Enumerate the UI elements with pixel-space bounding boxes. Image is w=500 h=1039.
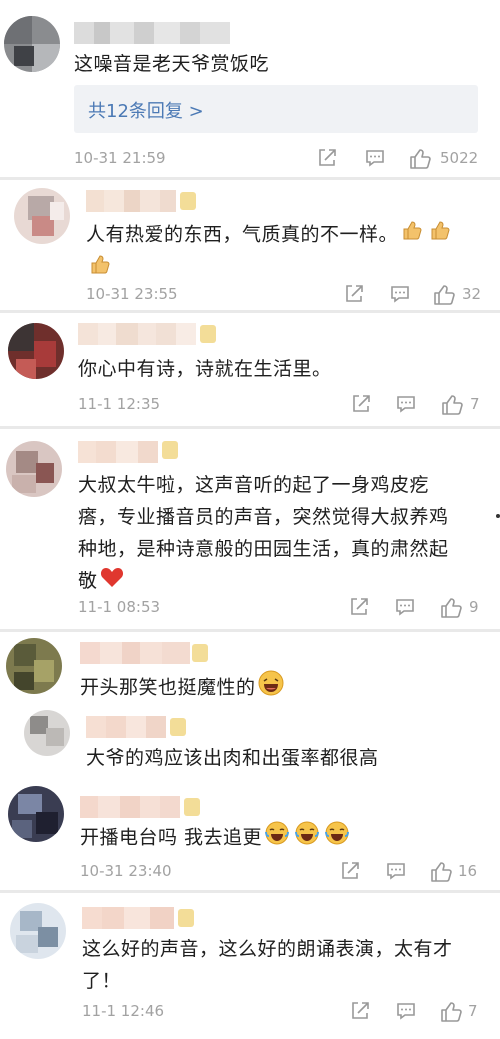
- stray-dot: [496, 514, 500, 518]
- crying-laughing-face-icon: [324, 820, 350, 856]
- like-count: 16: [458, 862, 478, 880]
- like-icon[interactable]: [439, 596, 463, 620]
- avatar[interactable]: [6, 638, 62, 694]
- user-badge: [170, 718, 186, 736]
- comment-text: 大叔太牛啦，这声音听的起了一身鸡皮疙 瘩，专业播音员的声音，突然觉得大叔养鸡 种…: [78, 469, 490, 598]
- like-count: 5022: [440, 149, 479, 167]
- heart-icon: [100, 566, 124, 598]
- comment-card: 开头那笑也挺魔性的: [0, 632, 500, 706]
- comment-meta: 11-1 12:46 7: [82, 1000, 492, 1024]
- user-badge: [162, 441, 178, 459]
- comment-text: 开播电台吗 我去追更: [80, 820, 352, 856]
- thumbs-up-emoji-icon: [400, 218, 424, 252]
- username-blurred[interactable]: [80, 642, 190, 664]
- comment-text: 大爷的鸡应该出肉和出蛋率都很高: [86, 747, 379, 769]
- avatar[interactable]: [4, 16, 60, 72]
- view-replies-button[interactable]: 共12条回复 >: [74, 85, 478, 133]
- replies-label: 共12条回复 >: [88, 101, 204, 122]
- comment-card: 这噪音是老天爷赏饭吃 共12条回复 > 10-31 21:59 5022: [0, 0, 500, 177]
- like-icon[interactable]: [429, 860, 453, 884]
- like-count: 9: [469, 598, 479, 616]
- comment-text: 这噪音是老天爷赏饭吃: [74, 53, 270, 75]
- comment-icon[interactable]: [364, 147, 386, 169]
- comment-icon[interactable]: [385, 860, 407, 882]
- thumbs-up-emoji-icon: [88, 252, 112, 286]
- repost-icon[interactable]: [316, 147, 338, 169]
- like-icon[interactable]: [432, 283, 456, 307]
- username-blurred[interactable]: [78, 323, 196, 345]
- comment-meta: 11-1 12:35 7: [78, 393, 488, 417]
- comment-date: 11-1 12:35: [78, 395, 161, 413]
- comment-date: 11-1 12:46: [82, 1002, 165, 1020]
- like-icon[interactable]: [439, 1000, 463, 1024]
- comment-meta: 10-31 23:55 32: [86, 283, 486, 307]
- user-badge: [200, 325, 216, 343]
- avatar[interactable]: [24, 710, 70, 756]
- comment-meta: 11-1 08:53 9: [78, 596, 488, 620]
- like-icon[interactable]: [408, 147, 432, 171]
- username-blurred[interactable]: [80, 796, 180, 818]
- like-count: 32: [462, 285, 482, 303]
- comment-icon[interactable]: [395, 393, 417, 415]
- laughing-face-icon: [258, 670, 284, 706]
- comment-text: 人有热爱的东西，气质真的不一样。: [86, 218, 486, 286]
- comment-date: 10-31 23:55: [86, 285, 178, 303]
- crying-laughing-face-icon: [294, 820, 320, 856]
- comment-date: 11-1 08:53: [78, 598, 161, 616]
- user-badge: [178, 909, 194, 927]
- comment-card: 开播电台吗 我去追更 10-31 23:40 16: [0, 778, 500, 890]
- comment-date: 10-31 21:59: [74, 149, 166, 167]
- crying-laughing-face-icon: [264, 820, 290, 856]
- comment-text: 开头那笑也挺魔性的: [80, 670, 286, 706]
- comment-card: 大叔太牛啦，这声音听的起了一身鸡皮疙 瘩，专业播音员的声音，突然觉得大叔养鸡 种…: [0, 429, 500, 629]
- repost-icon[interactable]: [339, 860, 361, 882]
- repost-icon[interactable]: [348, 596, 370, 618]
- username-blurred[interactable]: [82, 907, 174, 929]
- user-badge: [192, 644, 208, 662]
- comment-icon[interactable]: [395, 1000, 417, 1022]
- like-icon[interactable]: [440, 393, 464, 417]
- comment-card: 你心中有诗，诗就在生活里。 11-1 12:35 7: [0, 313, 500, 426]
- like-count: 7: [468, 1002, 478, 1020]
- comment-meta: 10-31 21:59 5022: [74, 147, 484, 171]
- avatar[interactable]: [6, 441, 62, 497]
- username-blurred[interactable]: [86, 716, 166, 738]
- user-badge: [184, 798, 200, 816]
- avatar[interactable]: [8, 323, 64, 379]
- comment-card: 人有热爱的东西，气质真的不一样。 10-31 23:55 32: [0, 180, 500, 310]
- thumbs-up-emoji-icon: [428, 218, 452, 252]
- repost-icon[interactable]: [349, 1000, 371, 1022]
- comment-date: 10-31 23:40: [80, 862, 172, 880]
- avatar[interactable]: [8, 786, 64, 842]
- like-count: 7: [470, 395, 480, 413]
- username-blurred[interactable]: [78, 441, 158, 463]
- comment-icon[interactable]: [394, 596, 416, 618]
- comment-text: 这么好的声音，这么好的朗诵表演，太有才 了！: [82, 938, 453, 992]
- username-blurred[interactable]: [74, 22, 230, 44]
- comment-meta: 10-31 23:40 16: [80, 860, 490, 884]
- comment-card: 这么好的声音，这么好的朗诵表演，太有才 了！ 11-1 12:46 7: [0, 893, 500, 1039]
- repost-icon[interactable]: [350, 393, 372, 415]
- comment-card: 大爷的鸡应该出肉和出蛋率都很高: [0, 706, 500, 778]
- comment-text: 你心中有诗，诗就在生活里。: [78, 358, 332, 380]
- username-blurred[interactable]: [86, 190, 176, 212]
- comment-icon[interactable]: [389, 283, 411, 305]
- avatar[interactable]: [10, 903, 66, 959]
- repost-icon[interactable]: [343, 283, 365, 305]
- avatar[interactable]: [14, 188, 70, 244]
- user-badge: [180, 192, 196, 210]
